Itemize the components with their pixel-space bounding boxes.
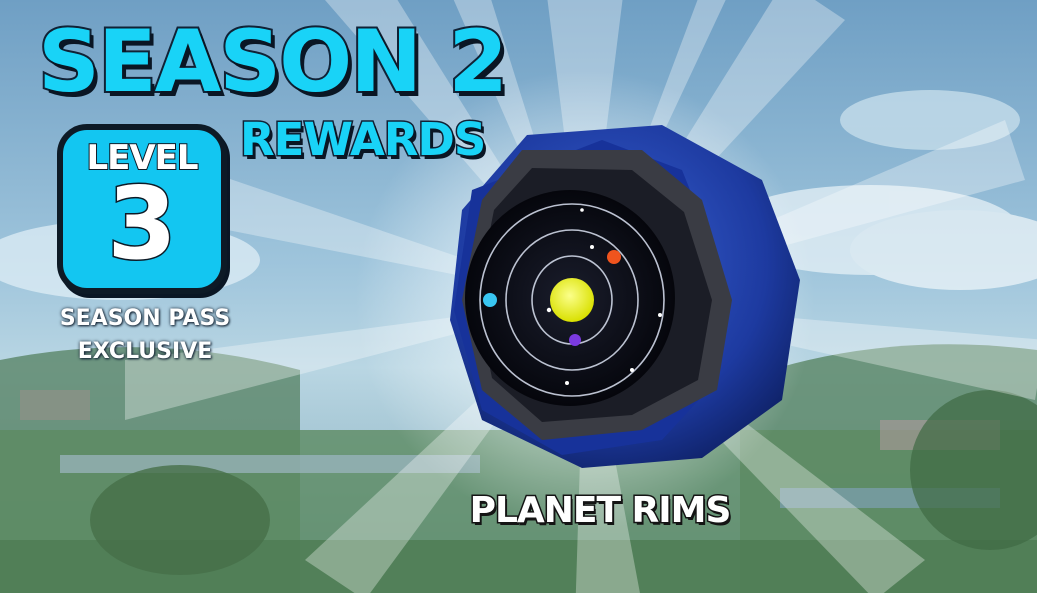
planet-rim-icon [450, 125, 800, 468]
exclusive-line: EXCLUSIVE [77, 339, 213, 364]
reward-screen: SEASON 2 REWARDS LEVEL 3 SEASON PASS EXC… [0, 0, 1037, 593]
level-badge: LEVEL 3 [57, 124, 227, 294]
rewards-subtitle: REWARDS [238, 112, 487, 168]
season-pass-note: SEASON PASS EXCLUSIVE [40, 302, 250, 368]
season-pass-line: SEASON PASS [59, 306, 231, 331]
season-title: SEASON 2 [36, 12, 510, 112]
reward-name: PLANET RIMS [468, 489, 733, 533]
level-number: 3 [106, 165, 179, 282]
